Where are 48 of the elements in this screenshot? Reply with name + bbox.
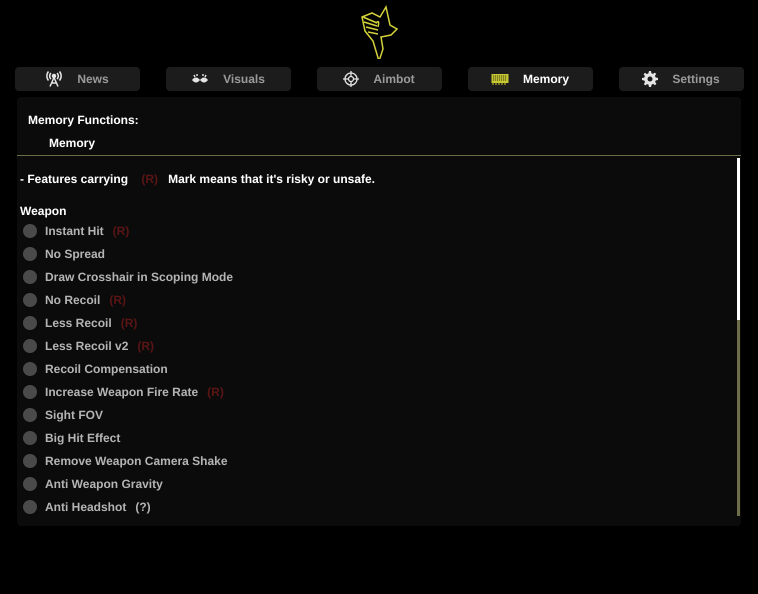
tab[interactable]: News xyxy=(14,67,140,91)
checkbox[interactable] xyxy=(23,454,37,468)
scrollbar-thumb[interactable] xyxy=(737,158,740,320)
checkbox[interactable] xyxy=(23,247,37,261)
checkbox[interactable] xyxy=(23,362,37,376)
checkbox[interactable] xyxy=(23,408,37,422)
logo-icon xyxy=(358,5,400,59)
checkbox[interactable] xyxy=(23,293,37,307)
tab[interactable]: Aimbot xyxy=(316,67,442,91)
option-tag: (R) xyxy=(120,314,138,332)
tab[interactable]: Memory xyxy=(468,67,592,91)
checkbox[interactable] xyxy=(23,224,37,238)
option-label: Draw Crosshair in Scoping Mode xyxy=(45,269,234,286)
option-label: No Spread xyxy=(45,246,106,263)
checkbox[interactable] xyxy=(23,339,37,353)
option-label: Big Hit Effect xyxy=(45,430,120,447)
tab[interactable]: Settings xyxy=(618,67,744,91)
option-tag: (?) xyxy=(135,498,151,516)
checkbox[interactable] xyxy=(23,316,37,330)
antenna-icon xyxy=(45,71,64,87)
option-label: Less Recoil v2 xyxy=(45,338,128,355)
checkbox[interactable] xyxy=(23,477,37,491)
tab[interactable]: Visuals xyxy=(166,67,290,91)
option-label: Anti Weapon Gravity xyxy=(45,476,163,493)
option-tag: (R) xyxy=(207,383,224,401)
header-title: Memory Functions: xyxy=(28,112,140,129)
option-label: Instant Hit xyxy=(45,223,104,240)
option-tag: (R) xyxy=(109,291,126,309)
option-label: Less Recoil xyxy=(45,315,112,332)
checkbox[interactable] xyxy=(23,385,37,399)
gear-icon xyxy=(642,71,658,87)
risk-notice: - Features carrying (R) Mark means that it's risky or unsafe. xyxy=(20,171,376,188)
option-label: No Recoil xyxy=(45,292,100,309)
option-label: Remove Weapon Camera Shake xyxy=(45,453,228,470)
option-tag: (R) xyxy=(137,337,154,355)
checkbox[interactable] xyxy=(23,431,37,445)
option-label: Sight FOV xyxy=(45,407,103,424)
crosshair-icon xyxy=(343,71,360,87)
section-heading: Weapon xyxy=(20,203,68,220)
checkbox[interactable] xyxy=(23,500,37,514)
option-label: Increase Weapon Fire Rate xyxy=(45,384,198,401)
checkbox[interactable] xyxy=(23,270,37,284)
memory-chip-icon xyxy=(490,73,509,85)
header-subtitle: Memory xyxy=(49,135,96,152)
option-tag: (R) xyxy=(112,222,130,240)
scrollbar-track[interactable] xyxy=(737,158,740,516)
option-label: Recoil Compensation xyxy=(45,361,168,378)
option-label: Anti Headshot xyxy=(45,499,126,516)
